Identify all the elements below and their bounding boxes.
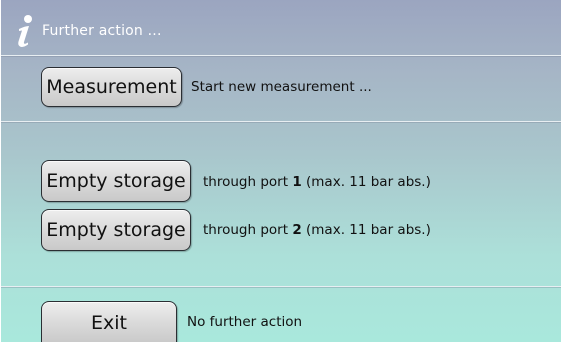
info-icon (13, 14, 37, 48)
divider (1, 286, 561, 287)
empty-storage-port-1-description: through port 1 (max. 11 bar abs.) (203, 174, 431, 190)
empty-storage-port-1-button[interactable]: Empty storage (41, 160, 191, 202)
divider (1, 121, 561, 122)
description-text: through port (203, 174, 293, 190)
empty-storage-port-2-description: through port 2 (max. 11 bar abs.) (203, 222, 431, 238)
exit-description: No further action (187, 314, 303, 330)
description-text: through port (203, 222, 293, 238)
dialog-title: Further action ... (42, 23, 162, 39)
empty-storage-port-2-button[interactable]: Empty storage (41, 209, 191, 251)
further-action-dialog: Further action ... Measurement Start new… (1, 0, 561, 342)
divider (1, 55, 561, 56)
exit-button[interactable]: Exit (41, 301, 177, 342)
measurement-button[interactable]: Measurement (41, 67, 182, 107)
port-number: 1 (292, 174, 302, 190)
title-bar: Further action ... (1, 0, 561, 55)
description-text: (max. 11 bar abs.) (301, 174, 431, 190)
description-text: (max. 11 bar abs.) (301, 222, 431, 238)
port-number: 2 (292, 222, 302, 238)
measurement-description: Start new measurement ... (191, 79, 372, 95)
